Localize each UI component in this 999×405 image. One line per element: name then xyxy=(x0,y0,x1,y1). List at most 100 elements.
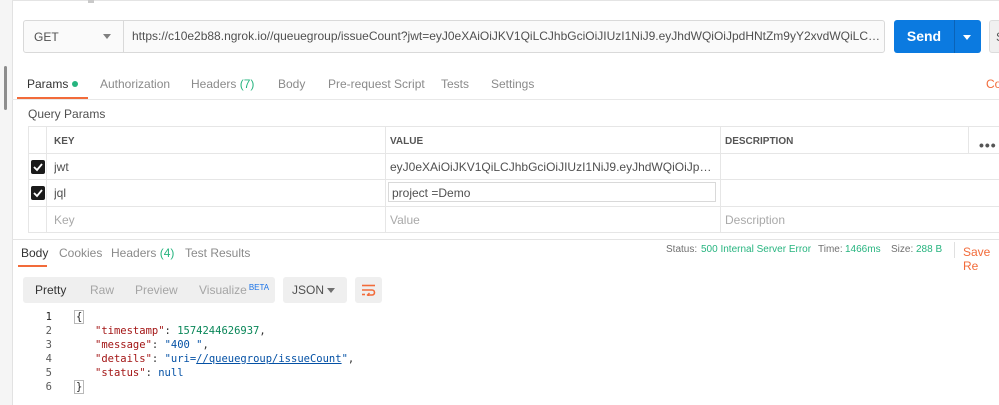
more-options-icon[interactable]: ••• xyxy=(979,137,997,153)
time-value[interactable]: 1466ms xyxy=(845,244,881,255)
param-checkbox-jql[interactable] xyxy=(31,186,45,200)
json-value-timestamp: 1574244626937 xyxy=(177,325,260,337)
active-tab-indicator xyxy=(17,97,88,99)
code-line: "message": "400 ", xyxy=(95,339,209,351)
new-param-description-field[interactable]: Description xyxy=(725,213,785,227)
view-mode-group: Pretty Raw Preview Visualize BETA xyxy=(23,277,275,303)
response-tab-test-results[interactable]: Test Results xyxy=(185,246,250,260)
time-label: Time: xyxy=(818,244,843,255)
param-value-jwt[interactable]: eyJ0eXAiOiJKV1QiLCJhbGciOiJIUzI1NiJ9.eyJ… xyxy=(390,160,712,174)
time-value-text: 1466ms xyxy=(845,244,881,255)
line-number: 4 xyxy=(45,353,52,365)
scrollbar-thumb[interactable] xyxy=(4,66,7,110)
send-divider xyxy=(954,20,955,53)
send-button-label: Send xyxy=(906,28,942,44)
table-divider xyxy=(28,206,999,207)
line-number: 3 xyxy=(45,339,52,351)
url-input[interactable]: https://c10e2b88.ngrok.io//queuegroup/is… xyxy=(132,21,882,52)
response-tab-headers-count: (4) xyxy=(159,246,175,260)
tab-settings[interactable]: Settings xyxy=(491,77,534,91)
send-options-chevron-icon[interactable] xyxy=(963,35,971,40)
table-divider xyxy=(720,127,721,232)
status-label: Status: xyxy=(666,244,698,255)
tabs-divider xyxy=(12,99,999,100)
params-active-dot-icon xyxy=(72,81,79,87)
close-brace: } xyxy=(74,380,85,394)
format-select-value: JSON xyxy=(292,283,325,297)
top-marker xyxy=(88,0,94,3)
response-tab-body[interactable]: Body xyxy=(21,246,48,260)
table-divider xyxy=(28,179,999,180)
new-param-value-field[interactable]: Value xyxy=(390,213,420,227)
save-response-button[interactable]: Save Re xyxy=(963,245,999,273)
tab-headers-count: (7) xyxy=(239,77,255,91)
param-key-jql[interactable]: jql xyxy=(54,186,374,200)
view-visualize-button[interactable]: Visualize BETA xyxy=(199,283,269,297)
wrap-lines-button[interactable] xyxy=(355,277,382,303)
column-header-description: DESCRIPTION xyxy=(725,136,794,147)
line-number: 5 xyxy=(45,367,52,379)
table-divider xyxy=(968,127,969,153)
json-key-details: "details" xyxy=(95,353,152,365)
beta-badge: BETA xyxy=(248,283,270,292)
table-divider xyxy=(28,153,999,154)
size-label: Size: xyxy=(891,244,914,255)
table-divider xyxy=(28,127,29,232)
request-url-bar: GET https://c10e2b88.ngrok.io//queuegrou… xyxy=(23,20,885,53)
chevron-down-icon xyxy=(327,288,335,293)
view-raw-button[interactable]: Raw xyxy=(90,283,114,297)
left-scrollbar[interactable] xyxy=(0,0,13,405)
response-tab-cookies[interactable]: Cookies xyxy=(59,246,102,260)
response-divider xyxy=(12,239,999,240)
line-number: 1 xyxy=(45,311,52,323)
method-select[interactable]: GET xyxy=(24,21,124,52)
code-line: } xyxy=(74,380,85,394)
code-line: { xyxy=(74,310,85,324)
method-value: GET xyxy=(34,29,59,44)
open-brace: { xyxy=(74,310,85,324)
query-params-table: KEY VALUE DESCRIPTION ••• jwt eyJ0eXAiOi… xyxy=(28,126,999,233)
format-select[interactable]: JSON xyxy=(283,277,347,303)
table-divider xyxy=(385,127,386,232)
tab-body[interactable]: Body xyxy=(278,77,305,91)
tab-authorization[interactable]: Authorization xyxy=(100,77,170,91)
tab-headers-label: Headers xyxy=(191,77,237,91)
save-button[interactable]: S xyxy=(989,20,999,53)
response-tab-headers[interactable]: Headers (4) xyxy=(111,246,174,260)
param-value-jql[interactable]: project =Demo xyxy=(392,186,712,200)
status-code-text: 500 Internal Server Error xyxy=(701,244,812,255)
size-value[interactable]: 288 B xyxy=(916,244,942,255)
param-checkbox-jwt[interactable] xyxy=(31,160,45,174)
view-preview-button[interactable]: Preview xyxy=(135,283,178,297)
status-value[interactable]: 500 Internal Server Error xyxy=(701,244,811,255)
view-pretty-button[interactable]: Pretty xyxy=(35,283,66,297)
code-line: "timestamp": 1574244626937, xyxy=(95,325,266,337)
tab-headers[interactable]: Headers (7) xyxy=(191,77,254,91)
json-key-message: "message" xyxy=(95,339,152,351)
send-button[interactable]: Send xyxy=(894,20,981,53)
query-params-title: Query Params xyxy=(28,107,106,121)
column-header-key: KEY xyxy=(54,136,75,147)
details-uri-link[interactable]: //queuegroup/issueCount xyxy=(196,353,341,365)
json-value-details-prefix: "uri= xyxy=(164,353,197,365)
chevron-down-icon xyxy=(103,34,111,39)
line-number: 2 xyxy=(45,325,52,337)
json-key-timestamp: "timestamp" xyxy=(95,325,165,337)
table-divider xyxy=(28,232,999,233)
cookies-link[interactable]: Co xyxy=(986,77,999,91)
response-active-tab-indicator xyxy=(18,265,47,267)
tab-tests[interactable]: Tests xyxy=(441,77,469,91)
status-divider xyxy=(954,242,955,258)
response-tab-headers-label: Headers xyxy=(111,246,157,260)
new-param-key-field[interactable]: Key xyxy=(54,213,75,227)
visualize-label: Visualize xyxy=(199,283,247,297)
checkmark-icon xyxy=(33,189,43,198)
json-key-status: "status" xyxy=(95,367,146,379)
size-value-text: 288 B xyxy=(916,244,943,255)
line-number: 6 xyxy=(45,381,52,393)
code-line: "status": null xyxy=(95,367,184,379)
tab-prerequest-script[interactable]: Pre-request Script xyxy=(328,77,425,91)
param-key-jwt[interactable]: jwt xyxy=(54,160,374,174)
column-header-value: VALUE xyxy=(390,136,424,147)
tab-params[interactable]: Params xyxy=(27,77,79,91)
